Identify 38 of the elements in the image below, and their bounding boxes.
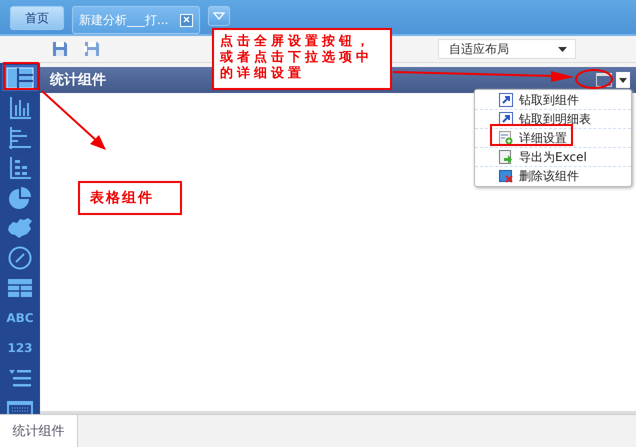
arrow-link-icon [499,112,513,126]
menu-item[interactable]: 详细设置 [475,129,631,148]
caret-icon [619,78,627,82]
document-add-icon [499,131,513,145]
menu-item[interactable]: 删除该组件 [475,167,631,185]
menu-item[interactable]: 钻取到明细表 [475,110,631,129]
pie-chart-icon [8,186,32,210]
folder-delete-icon [499,169,513,183]
highlight-ellipse [575,69,613,89]
dropdown-button[interactable] [616,72,630,88]
menu-item[interactable]: 导出为Excel [475,148,631,167]
component-button[interactable]: ABC [2,305,38,331]
bar-chart-icon [8,96,32,120]
caret-icon [213,12,225,20]
panel-title: 统计组件 [50,71,106,89]
save-icon[interactable] [52,41,68,57]
save-as-icon[interactable] [84,41,100,57]
menu-item[interactable]: 钻取到组件 [475,91,631,110]
tab-menu-button[interactable] [208,6,230,26]
layout-select[interactable]: 自适应布局 [438,39,576,59]
arrow-link-icon [499,93,513,107]
table-icon [7,278,33,298]
close-icon[interactable] [180,14,193,26]
component-button[interactable]: 123 [2,335,38,361]
horizontal-bar-icon [8,126,32,150]
map-icon [7,217,33,239]
document-export-icon [499,150,513,164]
list-filter-icon [8,368,32,388]
calendar-icon [7,401,33,414]
sheet-tab[interactable]: 统计组件 [0,415,78,447]
highlight-frame [3,62,39,90]
caret-icon [558,46,567,52]
annotation-note: 点击全屏设置按钮，或者点击下拉选项中的详细设置 [212,28,392,90]
gauge-icon [8,246,32,270]
tab[interactable]: 首页 [10,6,64,30]
stacked-bar-icon [8,156,32,180]
layout-icon [6,67,34,89]
annotation-note: 表格组件 [78,181,182,215]
